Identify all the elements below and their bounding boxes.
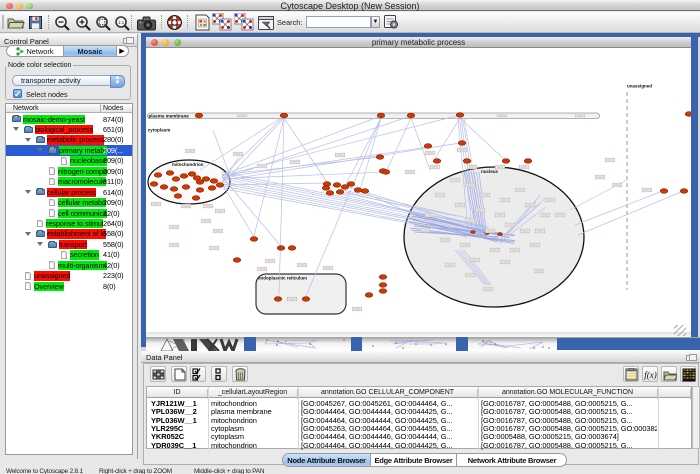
svg-text:mitochondrion: mitochondrion: [172, 162, 204, 167]
svg-text:nucleus: nucleus: [481, 169, 499, 174]
svg-text:unassigned: unassigned: [627, 84, 652, 89]
svg-text:f(x): f(x): [644, 370, 657, 380]
svg-text:cytoplasm: cytoplasm: [148, 128, 171, 133]
svg-text:endoplasmic reticulum: endoplasmic reticulum: [258, 276, 307, 281]
svg-text:plasma membrane: plasma membrane: [149, 114, 190, 119]
svg-text:1:1: 1:1: [118, 20, 125, 25]
